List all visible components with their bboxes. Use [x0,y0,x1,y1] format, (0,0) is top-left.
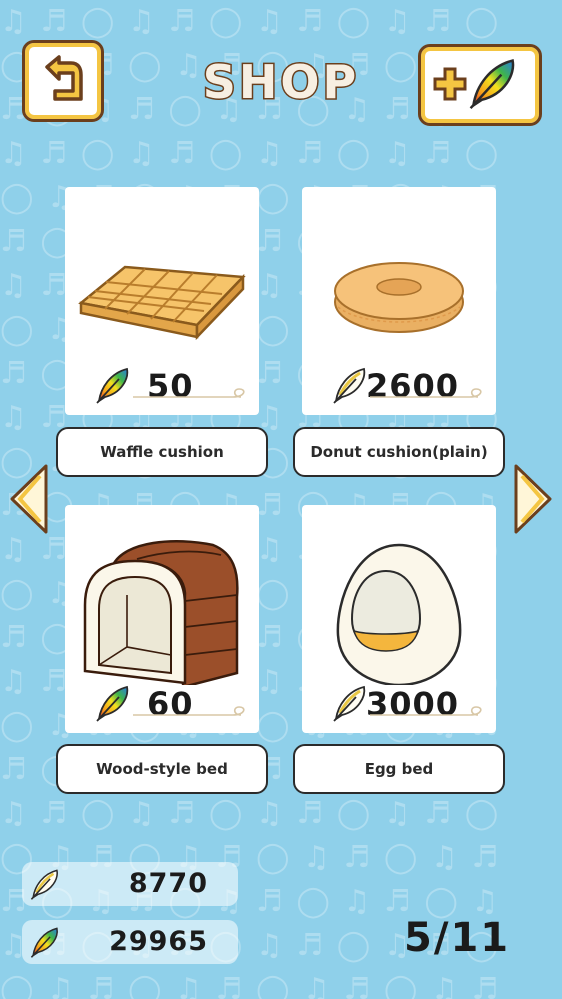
swirl-decoration [133,387,253,407]
waffle-cushion-image [78,265,246,341]
background-pattern: ♫ ♬ ◯ ♫ ♬ ◯ ♫ ♬ ◯ ♫ ♬ ◯ ◯ ♫ ♬ ◯ ♫ ♬ ◯ ♫ … [0,4,501,999]
white-feather-balance: 8770 [22,862,238,906]
white-feather-icon [330,683,370,723]
item-name-label[interactable]: Wood-style bed [56,744,268,794]
item-name-label[interactable]: Egg bed [293,744,505,794]
rainbow-feather-icon [93,365,133,405]
previous-page-arrow-icon[interactable] [8,462,50,536]
price-row: 2600 [330,365,500,405]
rainbow-feather-icon [93,683,133,723]
rainbow-feather-balance: 29965 [22,920,238,964]
item-name-label[interactable]: Donut cushion(plain) [293,427,505,477]
add-feathers-button[interactable] [418,44,542,126]
egg-bed-image [336,543,462,685]
white-feather-icon [330,365,370,405]
price-row: 3000 [330,683,500,723]
item-name-label[interactable]: Waffle cushion [56,427,268,477]
item-card-waffle-cushion[interactable]: 50 [65,187,259,415]
white-feather-count: 8770 [128,868,208,899]
page-indicator: 5/11 [404,915,511,961]
price-row: 50 [93,365,263,405]
rainbow-feather-icon [28,925,62,959]
swirl-decoration [370,705,490,725]
swirl-decoration [133,705,253,725]
wood-style-bed-image [83,540,239,685]
swirl-decoration [370,387,490,407]
donut-cushion-image [334,262,464,333]
item-card-egg-bed[interactable]: 3000 [302,505,496,733]
item-card-donut-cushion[interactable]: 2600 [302,187,496,415]
rainbow-feather-count: 29965 [109,926,208,957]
item-card-wood-style-bed[interactable]: 60 [65,505,259,733]
price-row: 60 [93,683,263,723]
next-page-arrow-icon[interactable] [512,462,554,536]
plus-rainbow-feather-icon [433,59,515,110]
white-feather-icon [28,867,62,901]
